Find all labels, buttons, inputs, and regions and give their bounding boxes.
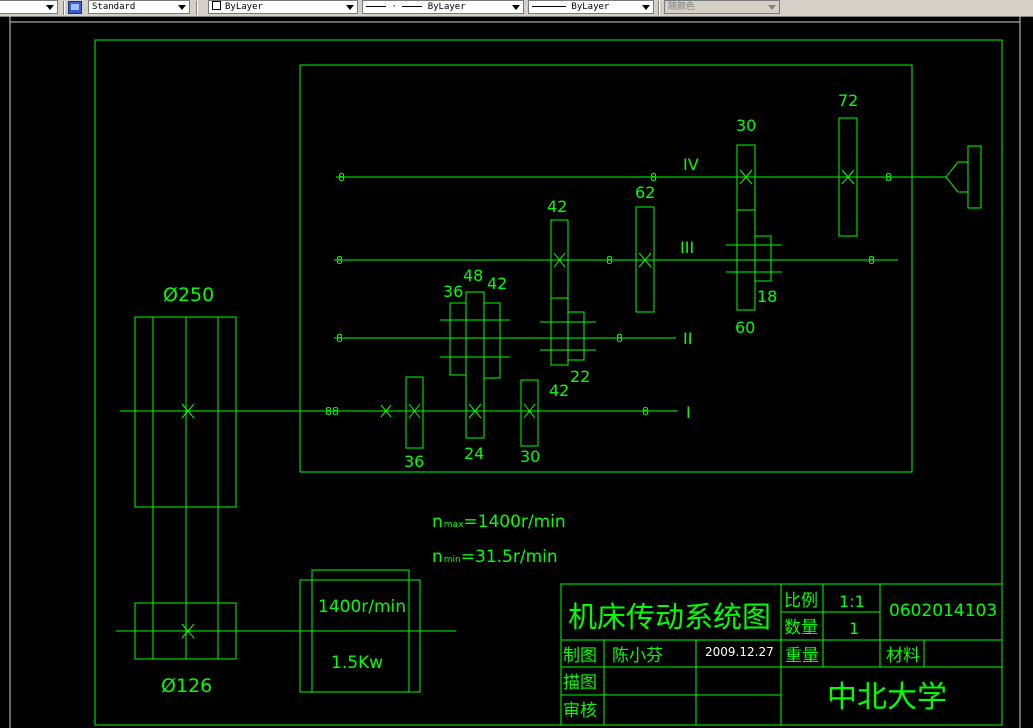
quantity-label: 数量	[784, 618, 818, 638]
toolbar-separator	[658, 1, 660, 15]
trace-label: 描图	[563, 673, 597, 693]
text-style-value: Standard	[92, 2, 136, 12]
gear-label: 36	[443, 282, 463, 301]
gear-label: 42	[547, 197, 567, 216]
shaft-iii: 8 8 8	[334, 254, 898, 267]
chevron-down-icon	[512, 5, 520, 10]
gear-label: 62	[635, 183, 655, 202]
lineweight-dropdown[interactable]: ByLayer	[528, 0, 654, 14]
gear-label: 18	[757, 287, 777, 306]
text-style-icon[interactable]	[68, 1, 82, 14]
shaft-label-iii: III	[680, 238, 694, 257]
shaft-ii: 8 8	[334, 332, 676, 345]
lineweight-value: ByLayer	[571, 2, 610, 12]
gear-36-i	[405, 376, 424, 449]
gear-30-i	[520, 379, 539, 447]
gear-label: 42	[549, 381, 569, 400]
gear-label: 22	[570, 367, 590, 386]
scale-label: 比例	[784, 591, 818, 611]
toolbar-separator	[196, 1, 198, 15]
gear-label: 30	[736, 116, 756, 135]
svg-text:8: 8	[336, 254, 343, 267]
svg-text:8: 8	[616, 332, 623, 345]
plot-style-dropdown[interactable]: 随颜色	[664, 0, 780, 14]
shaft-label-ii: II	[683, 329, 692, 348]
gear-42-iii	[540, 219, 596, 366]
material-label: 材料	[886, 646, 920, 666]
drawn-by-name: 陈小芬	[612, 646, 663, 666]
quantity-value: 1	[849, 619, 859, 638]
gear-label: 48	[463, 266, 483, 285]
plot-style-value: 随颜色	[668, 2, 696, 12]
gear-cluster-30-60	[726, 144, 782, 311]
pulley-small-dia: Ø126	[161, 675, 212, 697]
drawn-date: 2009.12.27	[705, 645, 774, 659]
scale-value: 1:1	[839, 592, 865, 611]
linetype-dropdown[interactable]: · ByLayer	[362, 0, 524, 14]
nmax-label: nmax=1400r/min	[432, 512, 566, 532]
gear-label: 30	[520, 447, 540, 466]
chevron-down-icon	[46, 5, 54, 10]
properties-toolbar: Standard ByLayer · ByLayer ByLayer 随颜色	[0, 0, 1033, 17]
linetype-preview	[366, 6, 386, 7]
shaft-label-i: I	[686, 403, 691, 422]
toolbar-separator	[63, 1, 65, 15]
weight-label: 重量	[785, 646, 819, 666]
chevron-down-icon	[346, 5, 354, 10]
gear-cluster-36-48-42	[440, 291, 510, 439]
spindle-head	[945, 145, 982, 209]
drawing-title: 机床传动系统图	[568, 600, 771, 634]
chevron-down-icon	[178, 5, 186, 10]
motor-power: 1.5Kw	[331, 653, 383, 673]
school-name: 中北大学	[827, 680, 947, 715]
shaft-i: 88 8	[120, 404, 678, 418]
gear-label: 36	[404, 452, 424, 471]
pulley-large-dia: Ø250	[163, 284, 214, 306]
gear-label: 42	[487, 274, 507, 293]
nmin-label: nmin=31.5r/min	[432, 547, 558, 567]
lineweight-preview	[532, 6, 566, 7]
layer-dropdown[interactable]	[0, 0, 58, 14]
drawing-number: 0602014103	[889, 601, 997, 621]
drawing-canvas[interactable]: 8 8 8 8 8 8 8 8 88 8 IV III II I 72 30 6…	[0, 16, 1033, 728]
drawn-by-label: 制图	[563, 646, 597, 666]
gear-label: 72	[838, 91, 858, 110]
svg-text:88: 88	[325, 405, 339, 418]
svg-text:8: 8	[642, 405, 649, 418]
review-label: 审核	[563, 701, 597, 721]
gear-label: 24	[464, 444, 484, 463]
linetype-value: ByLayer	[427, 2, 466, 12]
svg-text:8: 8	[606, 254, 613, 267]
motor-speed: 1400r/min	[318, 597, 406, 617]
svg-text:8: 8	[336, 332, 343, 345]
gear-label: 60	[735, 318, 755, 337]
svg-text:8: 8	[885, 171, 892, 184]
color-value: ByLayer	[225, 2, 263, 12]
color-swatch	[212, 1, 221, 10]
shaft-label-iv: IV	[683, 155, 699, 174]
svg-text:8: 8	[338, 171, 345, 184]
chevron-down-icon	[768, 5, 776, 10]
svg-text:8: 8	[868, 254, 875, 267]
chevron-down-icon	[642, 5, 650, 10]
color-dropdown[interactable]: ByLayer	[208, 0, 358, 14]
text-style-dropdown[interactable]: Standard	[88, 0, 190, 14]
